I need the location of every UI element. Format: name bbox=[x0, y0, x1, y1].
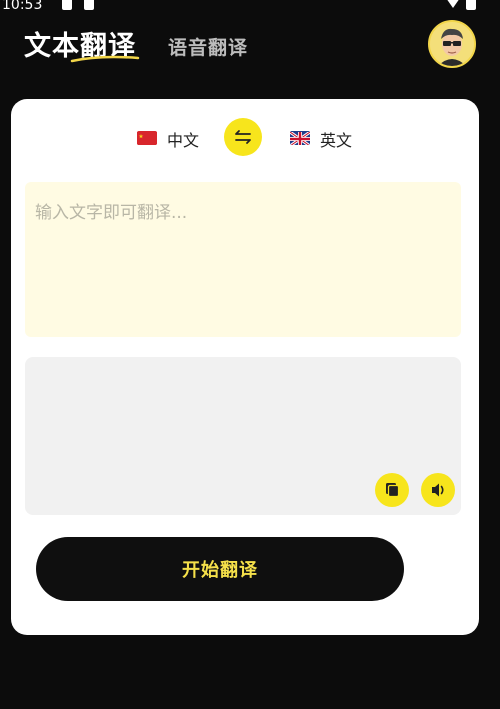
swap-language-button[interactable] bbox=[224, 118, 262, 156]
sim-icon bbox=[84, 0, 94, 10]
language-selector-row: 中文 英文 bbox=[11, 117, 479, 161]
translation-card: 中文 英文 输入文字即可翻译... 开始翻译 bbox=[11, 99, 479, 635]
tab-active-underline bbox=[70, 55, 140, 63]
china-flag-icon bbox=[137, 131, 157, 145]
copy-icon bbox=[386, 483, 400, 498]
target-language-label[interactable]: 英文 bbox=[320, 127, 352, 151]
status-bar: 10:53 bbox=[0, 0, 500, 16]
copy-button[interactable] bbox=[375, 473, 409, 507]
tab-voice-translate[interactable]: 语音翻译 bbox=[168, 33, 248, 60]
avatar-illustration-icon bbox=[430, 22, 474, 66]
source-text-input[interactable] bbox=[25, 182, 461, 337]
start-translate-button[interactable]: 开始翻译 bbox=[36, 537, 404, 601]
status-time: 10:53 bbox=[2, 0, 43, 13]
swap-arrows-icon bbox=[235, 130, 251, 144]
notification-icon bbox=[62, 0, 72, 10]
app-screen: 10:53 文本翻译 语音翻译 中文 英文 输入文字即可翻译... 开始翻译 bbox=[0, 0, 500, 709]
wifi-icon bbox=[446, 0, 460, 12]
translation-output-area bbox=[25, 357, 461, 515]
speaker-button[interactable] bbox=[421, 473, 455, 507]
battery-icon bbox=[466, 0, 476, 10]
speaker-icon bbox=[432, 483, 444, 497]
source-language-label[interactable]: 中文 bbox=[167, 127, 199, 151]
avatar[interactable] bbox=[428, 20, 476, 68]
uk-flag-icon bbox=[290, 131, 310, 145]
